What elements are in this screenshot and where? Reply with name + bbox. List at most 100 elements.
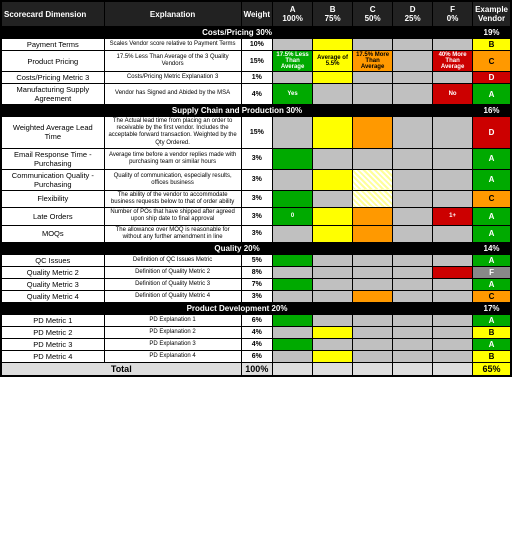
total-label: Total — [1, 362, 241, 376]
score-cell-f: 40% More Than Average — [433, 51, 473, 72]
score-cell-b: Average of 5.5% — [313, 51, 353, 72]
score-cell-d — [393, 72, 433, 84]
score-cell-b — [313, 326, 353, 338]
table-row: Quality Metric 4Definition of Quality Me… — [1, 290, 511, 302]
explanation-cell: PD Explanation 4 — [104, 350, 241, 362]
dimension-cell: PD Metric 1 — [1, 314, 104, 326]
score-cell-d — [393, 208, 433, 225]
col-header-a: A 100% — [273, 1, 313, 27]
score-cell-f — [433, 338, 473, 350]
table-row: FlexibilityThe ability of the vendor to … — [1, 190, 511, 207]
example-score-cell: F — [473, 266, 511, 278]
col-header-example: Example Vendor — [473, 1, 511, 27]
score-cell-f — [433, 314, 473, 326]
section-name-3: Product Development 20% — [1, 302, 473, 314]
example-score-cell: C — [473, 51, 511, 72]
total-score-empty — [353, 362, 393, 376]
example-score-cell: A — [473, 208, 511, 225]
score-cell-b — [313, 148, 353, 169]
dimension-cell: QC Issues — [1, 254, 104, 266]
score-cell-a — [273, 338, 313, 350]
score-cell-d — [393, 169, 433, 190]
score-cell-a — [273, 326, 313, 338]
total-weight: 100% — [241, 362, 273, 376]
weight-cell: 3% — [241, 225, 273, 242]
score-cell-b — [313, 208, 353, 225]
total-score-empty — [433, 362, 473, 376]
score-cell-d — [393, 314, 433, 326]
score-cell-a — [273, 350, 313, 362]
dimension-cell: PD Metric 2 — [1, 326, 104, 338]
example-score-cell: B — [473, 326, 511, 338]
explanation-cell: Vendor has Signed and Abided by the MSA — [104, 84, 241, 105]
section-name-2: Quality 20% — [1, 242, 473, 254]
score-cell-f: No — [433, 84, 473, 105]
score-cell-d — [393, 254, 433, 266]
explanation-cell: Definition of QC Issues Metric — [104, 254, 241, 266]
score-cell-b — [313, 169, 353, 190]
score-cell-c — [353, 254, 393, 266]
table-row: Payment TermsScales Vendor score relativ… — [1, 39, 511, 51]
explanation-cell: The ability of the vendor to accommodate… — [104, 190, 241, 207]
explanation-cell: PD Explanation 1 — [104, 314, 241, 326]
weight-cell: 4% — [241, 338, 273, 350]
example-score-cell: A — [473, 254, 511, 266]
score-cell-a — [273, 254, 313, 266]
explanation-cell: Scales Vendor score relative to Payment … — [104, 39, 241, 51]
score-cell-c — [353, 190, 393, 207]
dimension-cell: Weighted Average Lead Time — [1, 117, 104, 149]
score-cell-a — [273, 314, 313, 326]
score-cell-c — [353, 39, 393, 51]
score-cell-d — [393, 148, 433, 169]
score-cell-b — [313, 117, 353, 149]
explanation-cell: Definition of Quality Metric 3 — [104, 278, 241, 290]
dimension-cell: MOQs — [1, 225, 104, 242]
dimension-cell: Flexibility — [1, 190, 104, 207]
dimension-cell: Late Orders — [1, 208, 104, 225]
dimension-cell: Quality Metric 2 — [1, 266, 104, 278]
explanation-cell: Definition of Quality Metric 4 — [104, 290, 241, 302]
weight-cell: 10% — [241, 39, 273, 51]
score-cell-c: 17.5% More Than Average — [353, 51, 393, 72]
example-score-cell: C — [473, 190, 511, 207]
score-cell-b — [313, 266, 353, 278]
section-name-0: Costs/Pricing 30% — [1, 27, 473, 39]
score-cell-d — [393, 117, 433, 149]
score-cell-f — [433, 350, 473, 362]
score-cell-a — [273, 148, 313, 169]
score-cell-f — [433, 117, 473, 149]
col-header-c: C 50% — [353, 1, 393, 27]
score-cell-d — [393, 278, 433, 290]
explanation-cell: Quality of communication, especially res… — [104, 169, 241, 190]
score-cell-b — [313, 225, 353, 242]
explanation-cell: Average time before a vendor replies mad… — [104, 148, 241, 169]
score-cell-f — [433, 190, 473, 207]
weight-cell: 5% — [241, 254, 273, 266]
score-cell-f — [433, 326, 473, 338]
weight-cell: 7% — [241, 278, 273, 290]
total-score-empty — [393, 362, 433, 376]
score-cell-b — [313, 84, 353, 105]
score-cell-a — [273, 290, 313, 302]
explanation-cell: The allowance over MOQ is reasonable for… — [104, 225, 241, 242]
example-score-cell: B — [473, 350, 511, 362]
table-row: Late OrdersNumber of POs that have shipp… — [1, 208, 511, 225]
col-header-b: B 75% — [313, 1, 353, 27]
explanation-cell: Costs/Pricing Metric Explanation 3 — [104, 72, 241, 84]
explanation-cell: The Actual lead time from placing an ord… — [104, 117, 241, 149]
col-header-d: D 25% — [393, 1, 433, 27]
score-cell-c — [353, 338, 393, 350]
score-cell-c — [353, 350, 393, 362]
score-cell-d — [393, 290, 433, 302]
dimension-cell: Costs/Pricing Metric 3 — [1, 72, 104, 84]
weight-cell: 3% — [241, 190, 273, 207]
weight-cell: 6% — [241, 314, 273, 326]
section-score-3: 17% — [473, 302, 511, 314]
example-score-cell: A — [473, 148, 511, 169]
weight-cell: 6% — [241, 350, 273, 362]
explanation-cell: Number of POs that have shipped after ag… — [104, 208, 241, 225]
score-cell-a — [273, 266, 313, 278]
score-cell-b — [313, 314, 353, 326]
section-score-2: 14% — [473, 242, 511, 254]
score-cell-c — [353, 225, 393, 242]
